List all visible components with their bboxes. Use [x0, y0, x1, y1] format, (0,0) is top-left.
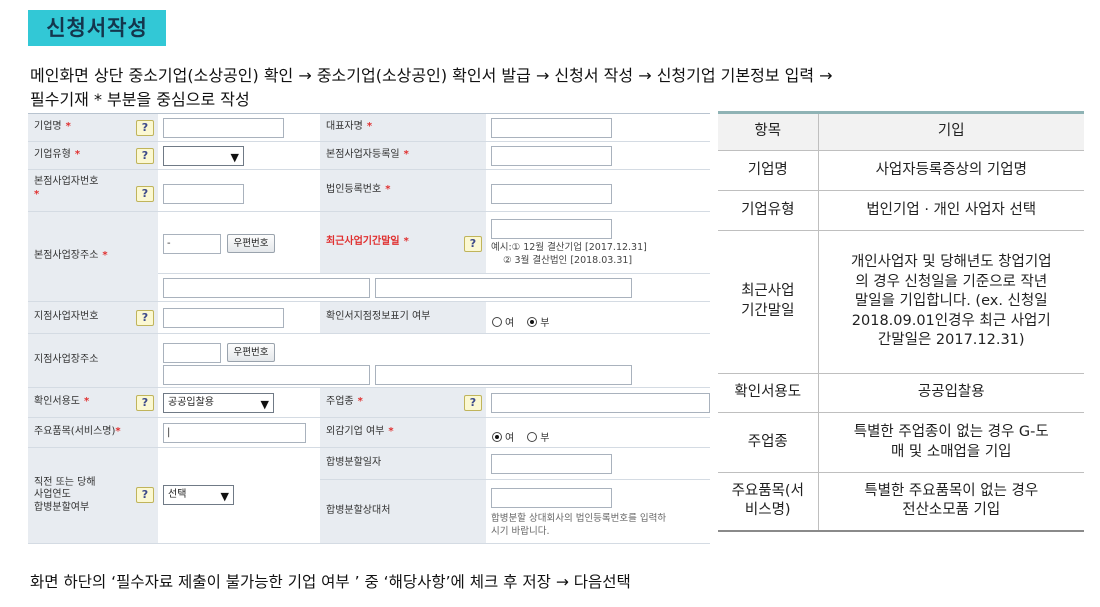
application-form: 기업명 * ? 대표자명 * 기업유형 * ? ▼ 본점사업자등록일 * 본점사업자번호… [28, 113, 710, 544]
row-entry: 법인기업 · 개인 사업자 선택 [818, 190, 1084, 231]
label-hq-address: 본점사업장주소 * [28, 212, 158, 302]
row-entry: 특별한 주요품목이 없는 경우 전산소모품 기입 [818, 472, 1084, 532]
branch-zip-button[interactable]: 우편번호 [227, 343, 275, 362]
row-entry: 개인사업자 및 당해년도 창업기업 의 경우 신청일을 기준으로 작년 말일을 … [818, 230, 1084, 374]
merger-hint-1: 합병분할 상대회사의 법인등록번호를 입력하 [491, 513, 667, 524]
help-icon[interactable]: ? [464, 236, 482, 252]
label-merger-counterparty: 합병분할상대처 [320, 480, 486, 544]
header-item: 항목 [718, 112, 819, 151]
radio-no[interactable] [527, 316, 538, 327]
merger-counterparty-input[interactable] [491, 488, 612, 508]
row-item: 주업종 [718, 412, 819, 473]
hq-registration-date-input[interactable] [491, 146, 612, 166]
label-corp-reg-number: 법인등록번호 * [320, 170, 486, 212]
row-item: 확인서용도 [718, 373, 819, 413]
hq-biz-number-input[interactable] [163, 184, 244, 204]
label-branch-info-display: 확인서지점정보표기 여부 [320, 302, 486, 334]
row-item: 기업유형 [718, 190, 819, 231]
label-recent-fiscal-end: 최근사업기간말일 * [320, 212, 486, 274]
intro-line-1: 메인화면 상단 중소기업(소상공인) 확인 → 중소기업(소상공인) 확인서 발… [30, 66, 833, 85]
company-name-input[interactable] [163, 118, 284, 138]
radio-yes[interactable] [492, 316, 502, 327]
label-main-industry: 주업종 * [320, 388, 486, 418]
footer-instruction: 화면 하단의 ‘필수자료 제출이 불가능한 기업 여부 ’ 중 ‘해당사항’에 … [30, 573, 631, 591]
chevron-down-icon: ▼ [230, 151, 239, 164]
table-row: 기업유형 법인기업 · 개인 사업자 선택 [718, 190, 1084, 231]
merger-select[interactable]: 선택 ▼ [163, 485, 234, 505]
label-ceo-name: 대표자명 * [320, 114, 486, 142]
branch-address-line2-input[interactable] [375, 365, 632, 385]
row-item: 최근사업 기간말일 [718, 230, 819, 374]
ceo-name-input[interactable] [491, 118, 612, 138]
table-row: 기업명 사업자등록증상의 기업명 [718, 150, 1084, 191]
radio-no[interactable] [527, 431, 538, 442]
help-icon[interactable]: ? [464, 395, 482, 411]
section-title: 신청서작성 [28, 10, 166, 46]
fiscal-example-1: 예시:① 12월 결산기업 [2017.12.31] [491, 242, 647, 253]
branch-biz-number-input[interactable] [163, 308, 284, 328]
header-entry: 기입 [818, 112, 1084, 151]
field-guide-table: 항목 기입 기업명 사업자등록증상의 기업명 기업유형 법인기업 · 개인 사업… [718, 111, 1084, 532]
hq-address-line1-input[interactable] [163, 278, 370, 298]
chevron-down-icon: ▼ [260, 398, 269, 411]
label-branch-address: 지점사업장주소 [28, 334, 158, 388]
label-merger-date: 합병분할일자 [320, 448, 486, 480]
label-main-product: 주요품목(서비스명) * [28, 418, 158, 448]
radio-yes[interactable] [492, 431, 502, 442]
row-item: 주요품목(서 비스명) [718, 472, 819, 532]
row-entry: 공공입찰용 [818, 373, 1084, 413]
branch-zip-input[interactable] [163, 343, 221, 363]
table-header-row: 항목 기입 [718, 112, 1084, 151]
label-foreign-invested: 외감기업 여부 * [320, 418, 486, 448]
fiscal-example-2: ② 3월 결산법인 [2018.03.31] [503, 255, 633, 266]
branch-info-display-radios: 여 부 [486, 302, 710, 334]
help-icon[interactable]: ? [136, 395, 154, 411]
label-hq-registration-date: 본점사업자등록일 * [320, 142, 486, 170]
foreign-invested-radios: 여 부 [486, 418, 710, 448]
help-icon[interactable]: ? [136, 487, 154, 503]
table-row: 최근사업 기간말일 개인사업자 및 당해년도 창업기업 의 경우 신청일을 기준… [718, 230, 1084, 374]
purpose-select[interactable]: 공공입찰용 ▼ [163, 393, 274, 413]
main-product-input[interactable]: | [163, 423, 306, 443]
help-icon[interactable]: ? [136, 148, 154, 164]
table-row: 주업종 특별한 주업종이 없는 경우 G-도 매 및 소매업을 기입 [718, 412, 1084, 473]
help-icon[interactable]: ? [136, 310, 154, 326]
main-industry-input[interactable] [491, 393, 710, 413]
branch-address-line1-input[interactable] [163, 365, 370, 385]
row-entry: 사업자등록증상의 기업명 [818, 150, 1084, 191]
hq-address-line2-input[interactable] [375, 278, 632, 298]
hq-zip-button[interactable]: 우편번호 [227, 234, 275, 253]
row-item: 기업명 [718, 150, 819, 191]
merger-hint-2: 시기 바랍니다. [491, 526, 550, 537]
company-type-select[interactable]: ▼ [163, 146, 244, 166]
chevron-down-icon: ▼ [220, 490, 229, 503]
recent-fiscal-end-input[interactable] [491, 219, 612, 239]
hq-zip-input[interactable]: - [163, 234, 221, 254]
help-icon[interactable]: ? [136, 120, 154, 136]
merger-date-input[interactable] [491, 454, 612, 474]
table-row: 주요품목(서 비스명) 특별한 주요품목이 없는 경우 전산소모품 기입 [718, 472, 1084, 532]
help-icon[interactable]: ? [136, 186, 154, 202]
row-entry: 특별한 주업종이 없는 경우 G-도 매 및 소매업을 기입 [818, 412, 1084, 473]
intro-line-2: 필수기재 * 부분을 중심으로 작성 [30, 90, 250, 109]
corp-reg-number-input[interactable] [491, 184, 612, 204]
table-row: 확인서용도 공공입찰용 [718, 373, 1084, 413]
